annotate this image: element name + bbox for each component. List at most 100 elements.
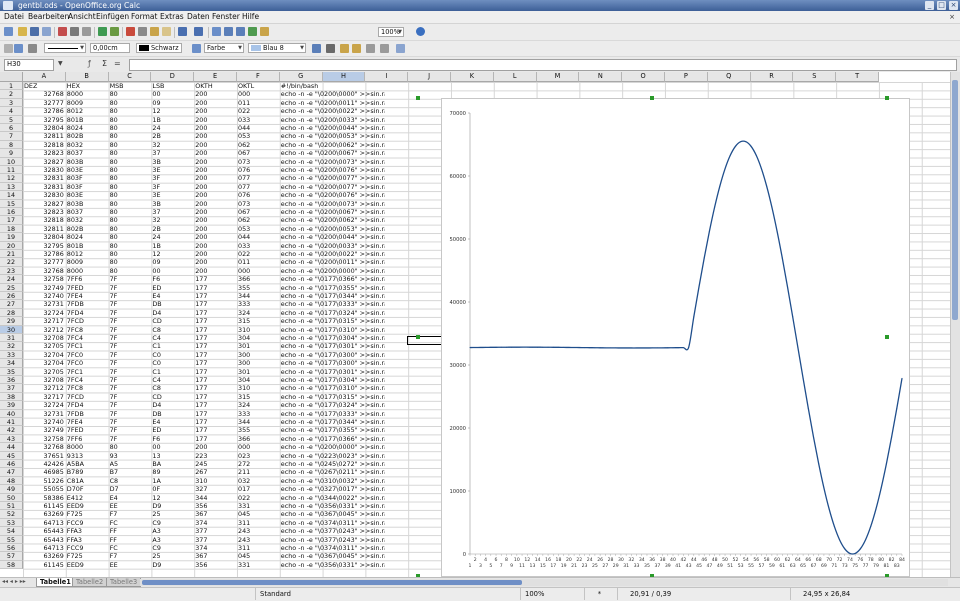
- cell-d[interactable]: 25: [152, 552, 193, 560]
- row-header[interactable]: 29: [0, 317, 23, 326]
- cell-e[interactable]: 200: [195, 208, 236, 216]
- column-header[interactable]: C: [108, 72, 152, 82]
- cell-b[interactable]: 803E: [67, 191, 108, 199]
- cell-g[interactable]: echo -n -e "\0200\0073" >>sin.raw: [281, 200, 385, 208]
- row-header[interactable]: 44: [0, 443, 23, 452]
- navigator-icon[interactable]: [260, 27, 269, 36]
- menu-extras[interactable]: Extras: [160, 11, 184, 23]
- cell-d[interactable]: ED: [152, 426, 193, 434]
- cell-a[interactable]: 32830: [23, 166, 63, 174]
- selection-handle[interactable]: [650, 96, 654, 100]
- cell-d[interactable]: C0: [152, 351, 193, 359]
- cell-b[interactable]: 8037: [67, 208, 108, 216]
- cell-g[interactable]: echo -n -e "\0177\0304" >>sin.raw: [281, 334, 385, 342]
- cell-c[interactable]: 80: [110, 141, 151, 149]
- cell-g[interactable]: echo -n -e "\0200\0067" >>sin.raw: [281, 149, 385, 157]
- cell-e[interactable]: 177: [195, 426, 236, 434]
- autospellcheck-icon[interactable]: [110, 27, 119, 36]
- cell-f[interactable]: 073: [238, 200, 279, 208]
- row-header[interactable]: 52: [0, 510, 23, 519]
- cell-c[interactable]: 80: [110, 99, 151, 107]
- cell-c[interactable]: FC: [110, 519, 151, 527]
- cell-a[interactable]: 32786: [23, 250, 63, 258]
- cell-b[interactable]: 7FDB: [67, 410, 108, 418]
- save-icon[interactable]: [30, 27, 39, 36]
- cell-g[interactable]: echo -n -e "\0356\0331" >>sin.raw: [281, 502, 385, 510]
- cell-b[interactable]: C81A: [67, 477, 108, 485]
- cell-f[interactable]: 022: [238, 250, 279, 258]
- cell-e[interactable]: 177: [195, 376, 236, 384]
- cell-c[interactable]: 80: [110, 200, 151, 208]
- cell-e[interactable]: 200: [195, 242, 236, 250]
- menu-ansicht[interactable]: Ansicht: [68, 11, 96, 23]
- cell-d[interactable]: 3F: [152, 174, 193, 182]
- row-header[interactable]: 17: [0, 216, 23, 225]
- column-header[interactable]: A: [23, 72, 66, 82]
- cell-f[interactable]: 243: [238, 527, 279, 535]
- row-header[interactable]: 6: [0, 124, 23, 133]
- cell-e[interactable]: 200: [195, 158, 236, 166]
- cell-g[interactable]: echo -n -e "\0177\0301" >>sin.raw: [281, 368, 385, 376]
- cell-d[interactable]: BA: [152, 460, 193, 468]
- cell-b[interactable]: 7FC8: [67, 326, 108, 334]
- cell-e[interactable]: 200: [195, 258, 236, 266]
- zoom-status[interactable]: 100%: [520, 588, 582, 600]
- cell-a[interactable]: 32724: [23, 309, 63, 317]
- cell-d[interactable]: E4: [152, 292, 193, 300]
- cell-b[interactable]: 7FC0: [67, 351, 108, 359]
- cell-b[interactable]: A5BA: [67, 460, 108, 468]
- line-icon[interactable]: [14, 44, 23, 53]
- cell-b[interactable]: 8032: [67, 141, 108, 149]
- cell-a[interactable]: 32758: [23, 435, 63, 443]
- cell-e[interactable]: 344: [195, 494, 236, 502]
- selection-handle[interactable]: [885, 96, 889, 100]
- cell-e[interactable]: 374: [195, 544, 236, 552]
- row-header[interactable]: 5: [0, 115, 23, 124]
- cell-c[interactable]: MSB: [110, 82, 151, 90]
- cell-d[interactable]: LSB: [152, 82, 193, 90]
- cell-g[interactable]: echo -n -e "\0200\0022" >>sin.raw: [281, 250, 385, 258]
- cell-e[interactable]: 367: [195, 552, 236, 560]
- cell-b[interactable]: 7FED: [67, 284, 108, 292]
- cell-g[interactable]: echo -n -e "\0177\0344" >>sin.raw: [281, 418, 385, 426]
- cell-g[interactable]: echo -n -e "\0310\0032" >>sin.raw: [281, 477, 385, 485]
- insert-chart-icon[interactable]: [248, 27, 257, 36]
- cell-b[interactable]: 801B: [67, 116, 108, 124]
- cell-c[interactable]: 80: [110, 225, 151, 233]
- open-folder-icon[interactable]: [18, 27, 27, 36]
- row-header[interactable]: 21: [0, 250, 23, 259]
- cell-f[interactable]: 067: [238, 149, 279, 157]
- cell-c[interactable]: 7F: [110, 418, 151, 426]
- tab-nav-arrows-icon[interactable]: ◂◂ ◂ ▸ ▸▸: [2, 578, 26, 586]
- row-header[interactable]: 14: [0, 191, 23, 200]
- cell-d[interactable]: 24: [152, 233, 193, 241]
- cell-e[interactable]: 177: [195, 292, 236, 300]
- row-header[interactable]: 37: [0, 384, 23, 393]
- cell-b[interactable]: F725: [67, 552, 108, 560]
- print-icon[interactable]: [70, 27, 79, 36]
- row-header[interactable]: 32: [0, 342, 23, 351]
- cell-e[interactable]: 200: [195, 132, 236, 140]
- menu-bearbeiten[interactable]: Bearbeiten: [28, 11, 69, 23]
- cell-b[interactable]: 803B: [67, 158, 108, 166]
- cell-f[interactable]: 000: [238, 90, 279, 98]
- cell-d[interactable]: D9: [152, 561, 193, 569]
- cell-b[interactable]: EED9: [67, 502, 108, 510]
- cell-f[interactable]: 033: [238, 242, 279, 250]
- cell-a[interactable]: 63269: [23, 552, 63, 560]
- cell-e[interactable]: 367: [195, 510, 236, 518]
- cell-a[interactable]: 32758: [23, 275, 63, 283]
- cell-g[interactable]: echo -n -e "\0374\0311" >>sin.raw: [281, 544, 385, 552]
- cell-d[interactable]: 2B: [152, 132, 193, 140]
- row-header[interactable]: 24: [0, 275, 23, 284]
- cell-f[interactable]: 022: [238, 107, 279, 115]
- row-header[interactable]: 48: [0, 476, 23, 486]
- cell-c[interactable]: 7F: [110, 292, 151, 300]
- cell-e[interactable]: 177: [195, 284, 236, 292]
- cell-g[interactable]: echo -n -e "\0177\0355" >>sin.raw: [281, 284, 385, 292]
- cell-b[interactable]: 803F: [67, 174, 108, 182]
- cell-e[interactable]: 200: [195, 443, 236, 451]
- cell-d[interactable]: 12: [152, 250, 193, 258]
- column-header[interactable]: T: [836, 72, 879, 82]
- cell-c[interactable]: E4: [110, 494, 151, 502]
